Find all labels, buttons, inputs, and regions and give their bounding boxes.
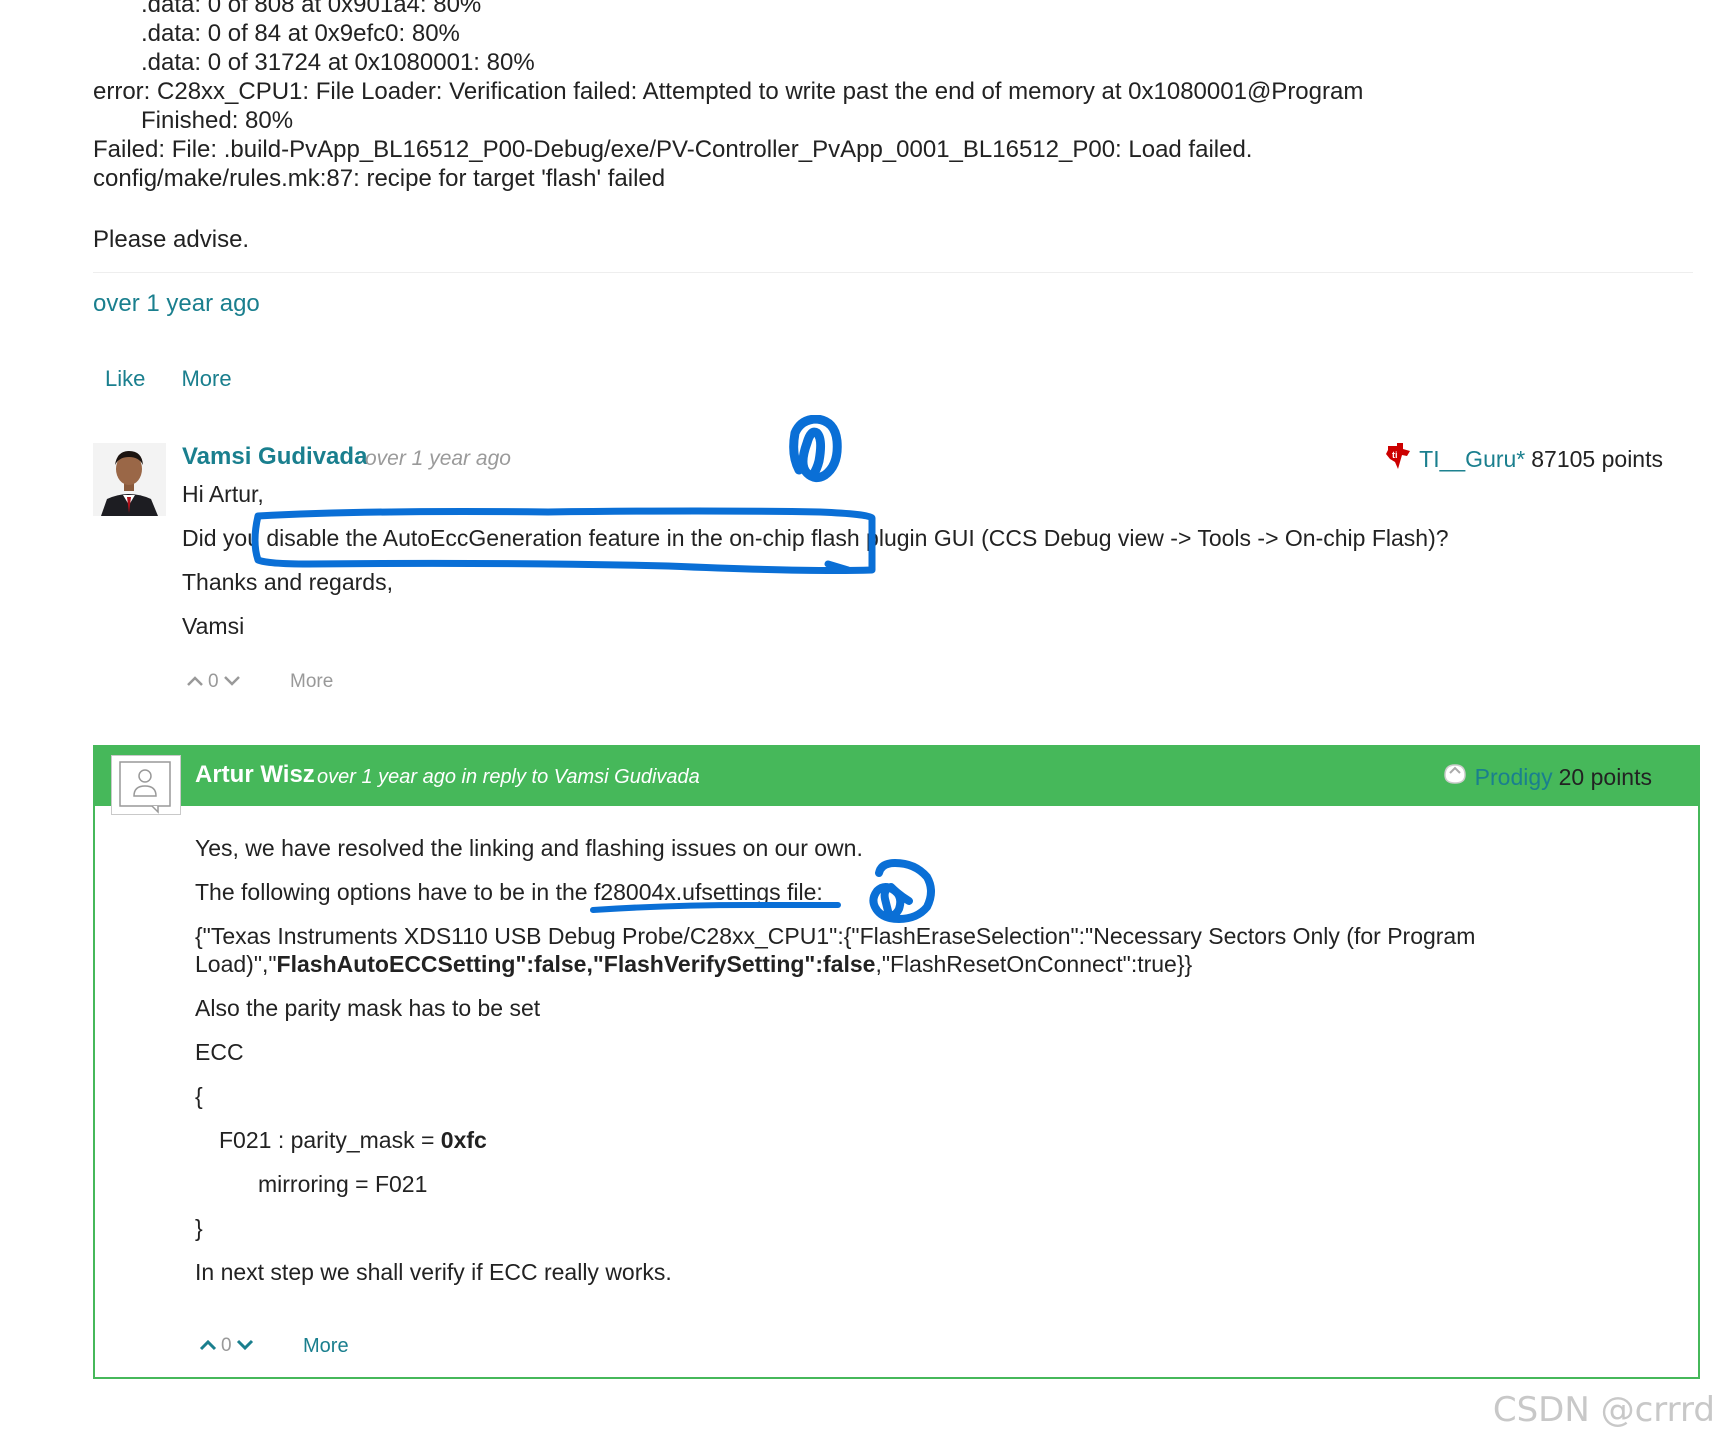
- reply-line: }: [195, 1215, 203, 1241]
- reply-card-artur: Artur Wisz over 1 year ago in reply to V…: [93, 745, 1700, 1379]
- vote-control: 0: [186, 671, 241, 693]
- user-placeholder-icon: [119, 761, 171, 814]
- log-line-make: config/make/rules.mk:87: recipe for targ…: [93, 165, 666, 192]
- post-actions: Like More: [105, 366, 262, 392]
- settings-filename: f28004x.ufsettings file:: [593, 879, 823, 905]
- reply-line: F021 : parity_mask = 0xfc: [195, 1126, 1595, 1154]
- log-line: .data: 0 of 808 at 0x901a4: 80%: [141, 0, 482, 18]
- rank-name-link[interactable]: Prodigy: [1475, 764, 1553, 791]
- like-button[interactable]: Like: [105, 366, 145, 391]
- watermark: CSDN @crrrd: [1492, 1390, 1715, 1430]
- svg-text:ti: ti: [1392, 450, 1398, 460]
- reply-signature: Vamsi: [182, 613, 245, 639]
- log-line-failed: Failed: File: .build-PvApp_BL16512_P00-D…: [93, 136, 1253, 163]
- reply-question: Did you disable the AutoEccGeneration fe…: [182, 524, 1449, 553]
- post-divider: [93, 272, 1693, 273]
- text-span: F021 : parity_mask =: [219, 1127, 441, 1153]
- rank-points: 87105 points: [1531, 445, 1663, 472]
- question-post: plugin GUI (CCS Debug view -> Tools -> O…: [859, 525, 1449, 551]
- post-more-button[interactable]: More: [181, 366, 231, 391]
- vote-count: 0: [221, 1335, 232, 1356]
- question-highlight: disable the AutoEccGeneration feature in…: [266, 525, 860, 551]
- reply-header: Artur Wisz over 1 year ago in reply to V…: [95, 747, 1698, 815]
- reply-time: over 1 year ago: [365, 447, 511, 470]
- log-line: .data: 0 of 84 at 0x9efc0: 80%: [141, 20, 460, 47]
- reply-body: Yes, we have resolved the linking and fl…: [195, 834, 1595, 1302]
- post-timestamp-link[interactable]: over 1 year ago: [93, 290, 260, 318]
- vote-control: 0: [199, 1335, 254, 1357]
- reply-line: {: [195, 1083, 203, 1109]
- rank-name-link[interactable]: TI__Guru*: [1419, 446, 1525, 473]
- vote-count: 0: [208, 671, 219, 692]
- settings-json: {"Texas Instruments XDS110 USB Debug Pro…: [195, 922, 1595, 978]
- author-rank: ti TI__Guru* 87105 points: [1383, 442, 1663, 476]
- debug-log: .data: 0 of 808 at 0x901a4: 80% .data: 0…: [93, 0, 1363, 193]
- log-line: Finished: 80%: [141, 107, 294, 134]
- vote-up-icon[interactable]: [199, 1335, 217, 1357]
- reply-line: mirroring = F021: [258, 1171, 428, 1197]
- reply-line: In next step we shall verify if ECC real…: [195, 1259, 672, 1285]
- reply-time: over 1 year ago in reply to Vamsi Gudiva…: [317, 766, 700, 788]
- vote-down-icon[interactable]: [236, 1335, 254, 1357]
- author-rank: Prodigy 20 points: [1441, 761, 1652, 793]
- reply-line: ECC: [195, 1039, 244, 1065]
- json-bold: FlashAutoECCSetting":false,"FlashVerifyS…: [276, 951, 876, 977]
- json-text: ,"FlashResetOnConnect":true}}: [875, 951, 1193, 977]
- reply-author-artur[interactable]: Artur Wisz: [195, 761, 315, 789]
- reply-greeting: Hi Artur,: [182, 481, 264, 507]
- reply-line: Yes, we have resolved the linking and fl…: [195, 835, 863, 861]
- reply-more-button[interactable]: More: [290, 671, 333, 693]
- question-pre: Did you: [182, 525, 267, 551]
- reply-line: The following options have to be in the …: [195, 878, 1595, 906]
- reply-regards: Thanks and regards,: [182, 569, 393, 595]
- post-closing-text: Please advise.: [93, 226, 250, 253]
- rank-points: 20 points: [1558, 763, 1652, 790]
- avatar[interactable]: [93, 443, 166, 516]
- log-line: .data: 0 of 31724 at 0x1080001: 80%: [141, 49, 535, 76]
- reply-more-button[interactable]: More: [303, 1335, 349, 1358]
- prodigy-badge-icon: [1441, 761, 1469, 793]
- avatar[interactable]: [111, 755, 181, 815]
- ti-logo-icon: ti: [1383, 442, 1413, 476]
- parity-mask-value: 0xfc: [440, 1127, 487, 1153]
- reply-line: Also the parity mask has to be set: [195, 995, 541, 1021]
- log-line-error: error: C28xx_CPU1: File Loader: Verifica…: [93, 78, 1364, 105]
- text-span: The following options have to be in the: [195, 879, 594, 905]
- reply-author-vamsi[interactable]: Vamsi Gudivada: [182, 443, 367, 471]
- vote-up-icon[interactable]: [186, 671, 204, 693]
- vote-down-icon[interactable]: [223, 671, 241, 693]
- reply-body: Hi Artur, Did you disable the AutoEccGen…: [182, 480, 1449, 656]
